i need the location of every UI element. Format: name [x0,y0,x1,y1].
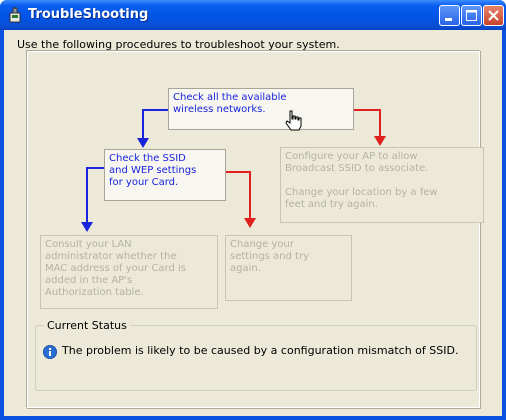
troubleshooting-window: TroubleShooting Use the following proced… [0,0,506,420]
step-change-settings: Change your settings and try again. [225,235,352,301]
arrow-to-change-settings-head [244,218,256,228]
arrow-to-configure-ap-head [374,136,386,146]
arrow-to-consult-admin [86,167,104,224]
arrow-to-ssid [142,109,168,140]
step-configure-ap: Configure your AP to allow Broadcast SSI… [280,147,484,223]
hand-cursor-icon [285,110,302,131]
arrow-to-change-settings [226,171,251,220]
step-check-networks[interactable]: Check all the available wireless network… [168,88,354,130]
arrow-to-ssid-head [137,138,149,148]
info-icon [43,345,57,359]
current-status-group: Current Status The problem is likely to … [35,319,477,391]
status-legend: Current Status [44,319,130,332]
status-message: The problem is likely to be caused by a … [62,344,459,357]
step-consult-admin: Consult your LAN administrator whether t… [40,235,218,309]
step-check-ssid[interactable]: Check the SSID and WEP settings for your… [104,149,226,201]
arrow-to-consult-admin-head [81,222,93,232]
arrow-to-configure-ap [354,109,381,138]
